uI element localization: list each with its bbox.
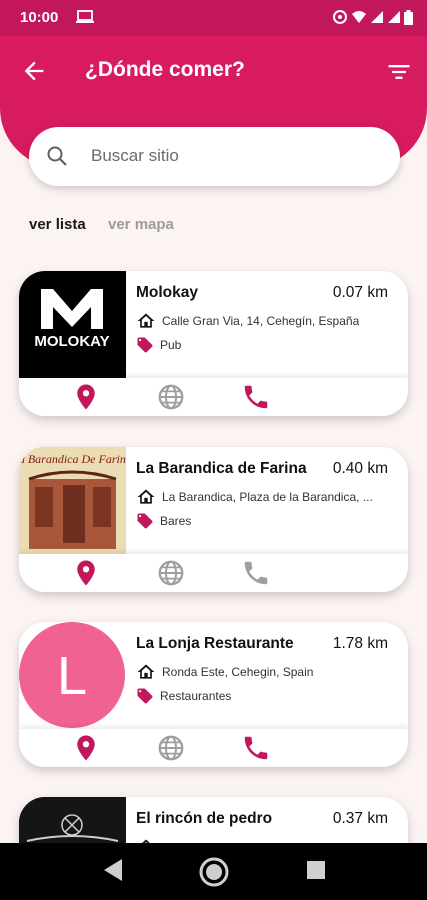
back-arrow-icon[interactable] bbox=[20, 57, 48, 85]
place-actions bbox=[19, 378, 408, 416]
laptop-icon bbox=[76, 10, 94, 23]
place-category-row: Bares bbox=[136, 512, 390, 530]
place-logo: MOLOKAY bbox=[19, 271, 126, 378]
wifi-icon bbox=[352, 11, 366, 23]
place-logo: La Barandica De Farina bbox=[19, 447, 126, 554]
tag-icon bbox=[137, 513, 153, 529]
molokay-logo: MOLOKAY bbox=[34, 289, 110, 350]
phone-icon[interactable] bbox=[241, 733, 271, 763]
place-card[interactable]: L La Lonja Restaurante 1.78 km Ronda Est… bbox=[19, 622, 408, 767]
place-category: Restaurantes bbox=[160, 689, 232, 703]
phone-icon[interactable] bbox=[241, 558, 271, 588]
signal-icon-2 bbox=[388, 11, 400, 23]
view-map-tab[interactable]: ver mapa bbox=[108, 216, 174, 233]
place-category: Bares bbox=[160, 514, 192, 528]
tag-icon bbox=[137, 337, 153, 353]
place-distance: 0.07 km bbox=[332, 284, 388, 301]
home-icon bbox=[137, 489, 155, 504]
battery-icon bbox=[404, 9, 413, 25]
svg-text:La Barandica De Farina: La Barandica De Farina bbox=[19, 452, 126, 466]
place-actions bbox=[19, 729, 408, 767]
place-logo: L bbox=[19, 622, 126, 729]
place-category-row: Restaurantes bbox=[136, 687, 390, 705]
place-name: El rincón de pedro bbox=[136, 810, 273, 827]
system-nav-bar bbox=[0, 843, 427, 900]
view-list-tab[interactable]: ver lista bbox=[29, 216, 86, 233]
filter-icon[interactable] bbox=[385, 58, 413, 86]
search-input[interactable]: Buscar sitio bbox=[91, 146, 179, 166]
place-name: La Lonja Restaurante bbox=[136, 635, 294, 652]
place-category: Pub bbox=[160, 338, 182, 352]
place-distance: 0.40 km bbox=[332, 460, 388, 477]
status-time: 10:00 bbox=[20, 9, 59, 26]
home-icon bbox=[137, 313, 155, 328]
tag-icon bbox=[137, 688, 153, 704]
page-title: ¿Dónde comer? bbox=[85, 58, 245, 81]
place-distance: 0.37 km bbox=[332, 810, 388, 827]
phone-icon[interactable] bbox=[241, 382, 271, 412]
nav-recents-icon[interactable] bbox=[307, 861, 325, 879]
svg-text:L: L bbox=[57, 646, 87, 706]
place-address: Ronda Este, Cehegin, Spain bbox=[162, 665, 314, 679]
place-address-row: Calle Gran Via, 14, Cehegín, España bbox=[136, 311, 390, 331]
data-saver-icon bbox=[333, 10, 347, 24]
nav-back-icon[interactable] bbox=[102, 857, 124, 883]
barandica-logo: La Barandica De Farina bbox=[19, 447, 126, 554]
globe-icon[interactable] bbox=[156, 382, 186, 412]
status-icons bbox=[332, 9, 413, 25]
globe-icon[interactable] bbox=[156, 558, 186, 588]
place-address-row: La Barandica, Plaza de la Barandica, ... bbox=[136, 487, 390, 507]
place-address-row: Ronda Este, Cehegin, Spain bbox=[136, 662, 390, 682]
location-pin-icon[interactable] bbox=[71, 733, 101, 763]
place-actions bbox=[19, 554, 408, 592]
place-address: Calle Gran Via, 14, Cehegín, España bbox=[162, 314, 360, 328]
place-card[interactable]: La Barandica De Farina La Barandica de F… bbox=[19, 447, 408, 592]
nav-home-icon[interactable] bbox=[198, 856, 230, 888]
lonja-logo: L bbox=[19, 622, 125, 728]
status-bar: 10:00 bbox=[0, 0, 427, 36]
signal-icon bbox=[371, 11, 383, 23]
globe-icon[interactable] bbox=[156, 733, 186, 763]
place-card[interactable]: MOLOKAY Molokay 0.07 km Calle Gran Via, … bbox=[19, 271, 408, 416]
location-pin-icon[interactable] bbox=[71, 558, 101, 588]
place-address: La Barandica, Plaza de la Barandica, ... bbox=[162, 490, 373, 504]
place-distance: 1.78 km bbox=[332, 635, 388, 652]
search-icon bbox=[47, 146, 67, 166]
search-bar[interactable]: Buscar sitio bbox=[29, 127, 400, 186]
location-pin-icon[interactable] bbox=[71, 382, 101, 412]
place-name: Molokay bbox=[136, 284, 199, 301]
place-name: La Barandica de Farina bbox=[136, 460, 307, 477]
home-icon bbox=[137, 664, 155, 679]
place-category-row: Pub bbox=[136, 336, 390, 354]
svg-text:MOLOKAY: MOLOKAY bbox=[34, 333, 109, 350]
